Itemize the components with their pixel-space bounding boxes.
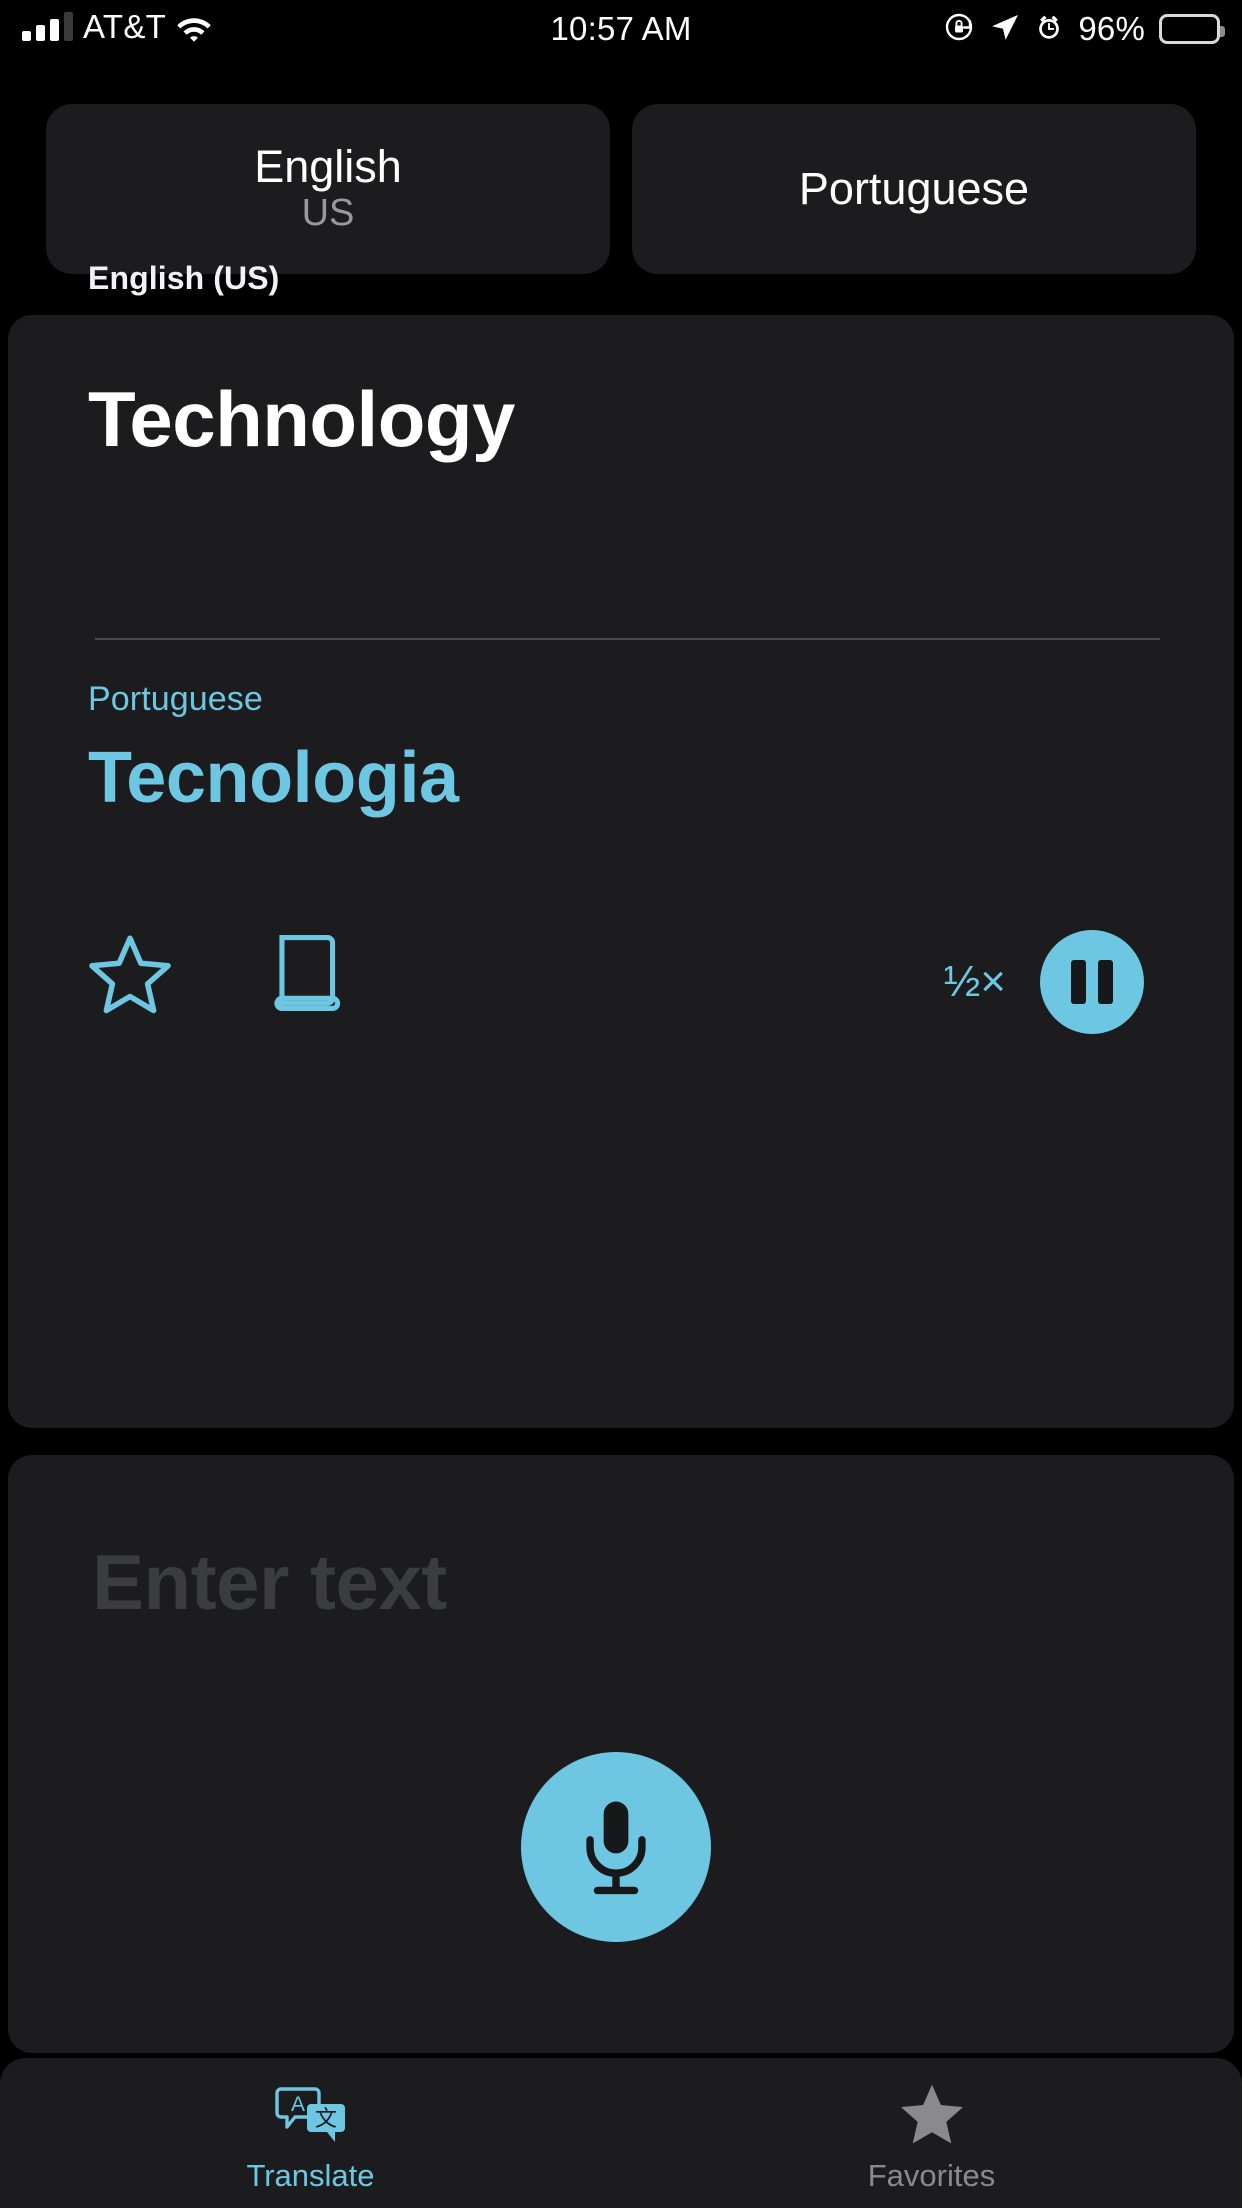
source-language-label: English (US) xyxy=(88,260,280,296)
translation-actions-left xyxy=(88,930,342,1019)
playback-rate-button[interactable]: ½× xyxy=(944,957,1006,1007)
alarm-clock-icon xyxy=(1034,12,1064,47)
dictionary-button[interactable] xyxy=(270,930,342,1019)
translation-result-card xyxy=(8,315,1234,1428)
rotation-lock-icon xyxy=(944,11,976,48)
star-filled-icon xyxy=(899,2076,965,2152)
translation-actions-right: ½× xyxy=(944,930,1144,1034)
source-language-region: US xyxy=(301,192,355,235)
tab-translate[interactable]: A 文 Translate xyxy=(0,2058,621,2208)
book-icon xyxy=(270,930,342,1019)
translate-icon: A 文 xyxy=(274,2076,347,2152)
status-bar: AT&T 10:57 AM 96% xyxy=(0,0,1242,62)
text-input-field[interactable] xyxy=(92,1537,992,1628)
source-text[interactable]: Technology xyxy=(88,380,515,458)
tab-favorites-label: Favorites xyxy=(867,2158,996,2193)
svg-text:A: A xyxy=(290,2093,304,2116)
target-language-label: Portuguese xyxy=(88,680,263,718)
star-outline-icon xyxy=(88,932,172,1017)
pause-playback-button[interactable] xyxy=(1040,930,1144,1034)
location-arrow-icon xyxy=(990,12,1020,47)
battery-percent-label: 96% xyxy=(1078,10,1145,47)
translated-text[interactable]: Tecnologia xyxy=(88,742,459,814)
status-bar-right: 96% xyxy=(944,10,1225,48)
target-language-button[interactable]: Portuguese xyxy=(632,104,1196,274)
source-language-button[interactable]: English US xyxy=(46,104,610,274)
app-screen: AT&T 10:57 AM 96% English US Portuguese … xyxy=(0,0,1242,2208)
target-language-name: Portuguese xyxy=(798,162,1030,214)
battery-icon xyxy=(1159,14,1225,44)
pause-icon-bar-right xyxy=(1098,960,1113,1004)
pause-icon-bar-left xyxy=(1071,960,1086,1004)
microphone-icon xyxy=(574,1794,658,1901)
translation-actions: ½× xyxy=(0,930,1226,1070)
microphone-button[interactable] xyxy=(521,1752,711,1942)
svg-text:文: 文 xyxy=(314,2106,336,2131)
tab-translate-label: Translate xyxy=(246,2158,375,2193)
language-selector: English US Portuguese xyxy=(46,104,1196,274)
tab-favorites[interactable]: Favorites xyxy=(621,2058,1242,2208)
card-divider xyxy=(95,638,1160,640)
favorite-button[interactable] xyxy=(88,932,172,1017)
source-language-name: English xyxy=(254,140,402,192)
tab-bar: A 文 Translate Favorites xyxy=(0,2058,1242,2208)
